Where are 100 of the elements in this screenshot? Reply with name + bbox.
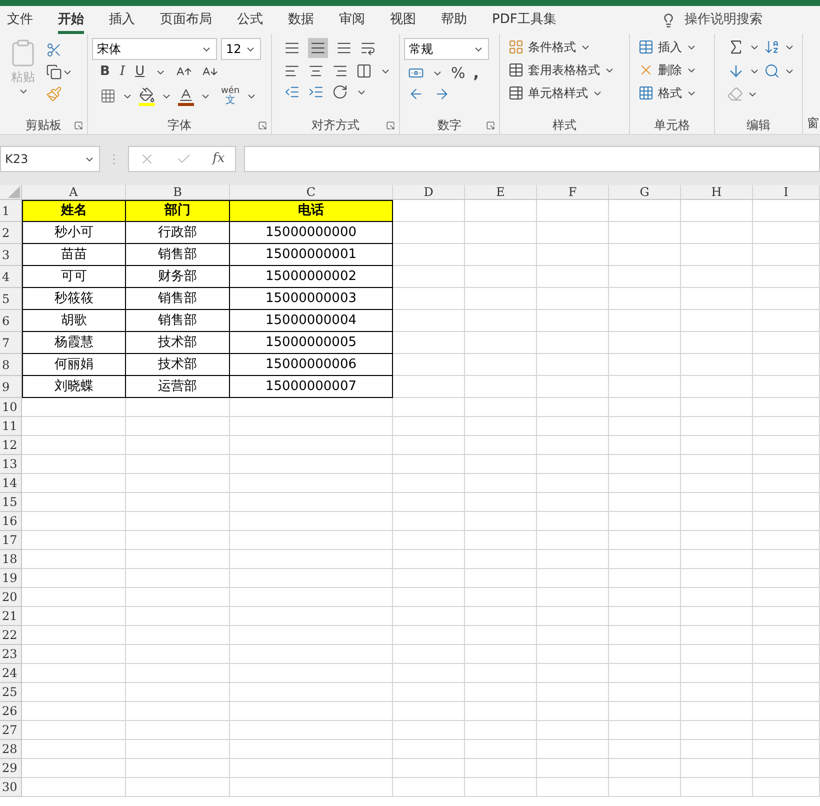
empty-cell[interactable] xyxy=(465,626,537,645)
empty-cell[interactable] xyxy=(465,376,537,398)
empty-cell[interactable] xyxy=(393,778,465,797)
conditional-format-icon[interactable] xyxy=(508,39,524,55)
empty-cell[interactable] xyxy=(753,664,820,683)
empty-cell[interactable] xyxy=(393,417,465,436)
column-header[interactable]: E xyxy=(496,185,505,199)
insert-function-button[interactable]: fx xyxy=(212,149,225,169)
empty-cell[interactable] xyxy=(537,310,609,332)
empty-cell[interactable] xyxy=(465,474,537,493)
dialog-launcher-icon[interactable] xyxy=(386,121,395,130)
empty-cell[interactable] xyxy=(465,417,537,436)
empty-cell[interactable] xyxy=(681,332,753,354)
empty-cell[interactable] xyxy=(537,493,609,512)
empty-cell[interactable] xyxy=(609,740,681,759)
empty-cell[interactable] xyxy=(126,455,230,474)
empty-cell[interactable] xyxy=(230,493,393,512)
empty-cell[interactable] xyxy=(465,222,537,244)
empty-cell[interactable] xyxy=(126,740,230,759)
empty-cell[interactable] xyxy=(393,683,465,702)
column-header[interactable]: C xyxy=(306,185,316,199)
font-style-button[interactable]: I xyxy=(120,62,126,82)
empty-cell[interactable] xyxy=(465,569,537,588)
empty-cell[interactable] xyxy=(465,759,537,778)
empty-cell[interactable] xyxy=(753,512,820,531)
empty-cell[interactable] xyxy=(230,778,393,797)
empty-cell[interactable] xyxy=(126,702,230,721)
empty-cell[interactable] xyxy=(126,531,230,550)
empty-cell[interactable] xyxy=(753,376,820,398)
align-left-icon[interactable] xyxy=(284,63,300,79)
empty-cell[interactable] xyxy=(753,200,820,222)
empty-cell[interactable] xyxy=(609,702,681,721)
empty-cell[interactable] xyxy=(537,455,609,474)
empty-cell[interactable] xyxy=(753,778,820,797)
empty-cell[interactable] xyxy=(681,354,753,376)
empty-cell[interactable] xyxy=(537,200,609,222)
empty-cell[interactable] xyxy=(230,721,393,740)
top-align-icon[interactable] xyxy=(284,40,300,56)
empty-cell[interactable] xyxy=(609,550,681,569)
empty-cell[interactable] xyxy=(681,266,753,288)
empty-cell[interactable] xyxy=(681,626,753,645)
empty-cell[interactable] xyxy=(537,376,609,398)
empty-cell[interactable] xyxy=(465,455,537,474)
search-icon[interactable] xyxy=(764,63,780,79)
empty-cell[interactable] xyxy=(609,474,681,493)
name-box[interactable]: K23 xyxy=(0,146,100,172)
empty-cell[interactable] xyxy=(126,474,230,493)
empty-cell[interactable] xyxy=(753,474,820,493)
column-header[interactable]: H xyxy=(711,185,722,199)
ribbon-tab[interactable]: 文件 xyxy=(7,6,33,34)
empty-cell[interactable] xyxy=(753,222,820,244)
empty-cell[interactable] xyxy=(681,721,753,740)
empty-cell[interactable] xyxy=(537,740,609,759)
cell-styles-icon[interactable] xyxy=(508,85,524,101)
empty-cell[interactable] xyxy=(393,550,465,569)
empty-cell[interactable] xyxy=(393,702,465,721)
empty-cell[interactable] xyxy=(681,398,753,417)
column-header[interactable]: I xyxy=(784,185,788,199)
empty-cell[interactable] xyxy=(537,288,609,310)
empty-cell[interactable] xyxy=(753,759,820,778)
percent-button[interactable]: % xyxy=(451,62,466,84)
empty-cell[interactable] xyxy=(537,550,609,569)
empty-cell[interactable] xyxy=(681,740,753,759)
empty-cell[interactable] xyxy=(537,569,609,588)
empty-cell[interactable] xyxy=(230,664,393,683)
empty-cell[interactable] xyxy=(393,474,465,493)
empty-cell[interactable] xyxy=(609,288,681,310)
ribbon-tab[interactable]: 视图 xyxy=(390,6,416,34)
ribbon-tab[interactable]: 审阅 xyxy=(339,6,365,34)
empty-cell[interactable] xyxy=(537,266,609,288)
empty-cell[interactable] xyxy=(230,702,393,721)
empty-cell[interactable] xyxy=(230,607,393,626)
empty-cell[interactable] xyxy=(753,493,820,512)
empty-cell[interactable] xyxy=(465,512,537,531)
empty-cell[interactable] xyxy=(609,721,681,740)
empty-cell[interactable] xyxy=(230,417,393,436)
wrap-text-icon[interactable] xyxy=(360,40,376,56)
empty-cell[interactable] xyxy=(537,626,609,645)
empty-cell[interactable] xyxy=(465,266,537,288)
format-cells-icon[interactable] xyxy=(638,85,654,101)
empty-cell[interactable] xyxy=(681,550,753,569)
empty-cell[interactable] xyxy=(126,398,230,417)
scissors-icon[interactable] xyxy=(46,42,62,58)
empty-cell[interactable] xyxy=(609,626,681,645)
empty-cell[interactable] xyxy=(126,512,230,531)
comma-button[interactable]: , xyxy=(473,62,479,84)
empty-cell[interactable] xyxy=(230,550,393,569)
column-header[interactable]: D xyxy=(424,185,434,199)
empty-cell[interactable] xyxy=(465,664,537,683)
empty-cell[interactable] xyxy=(681,645,753,664)
empty-cell[interactable] xyxy=(126,417,230,436)
empty-cell[interactable] xyxy=(753,645,820,664)
empty-cell[interactable] xyxy=(753,244,820,266)
empty-cell[interactable] xyxy=(465,531,537,550)
empty-cell[interactable] xyxy=(609,493,681,512)
styles-menu-button[interactable]: 条件格式 xyxy=(528,38,576,56)
empty-cell[interactable] xyxy=(537,531,609,550)
empty-cell[interactable] xyxy=(393,607,465,626)
middle-align-icon[interactable] xyxy=(310,40,326,56)
empty-cell[interactable] xyxy=(126,759,230,778)
